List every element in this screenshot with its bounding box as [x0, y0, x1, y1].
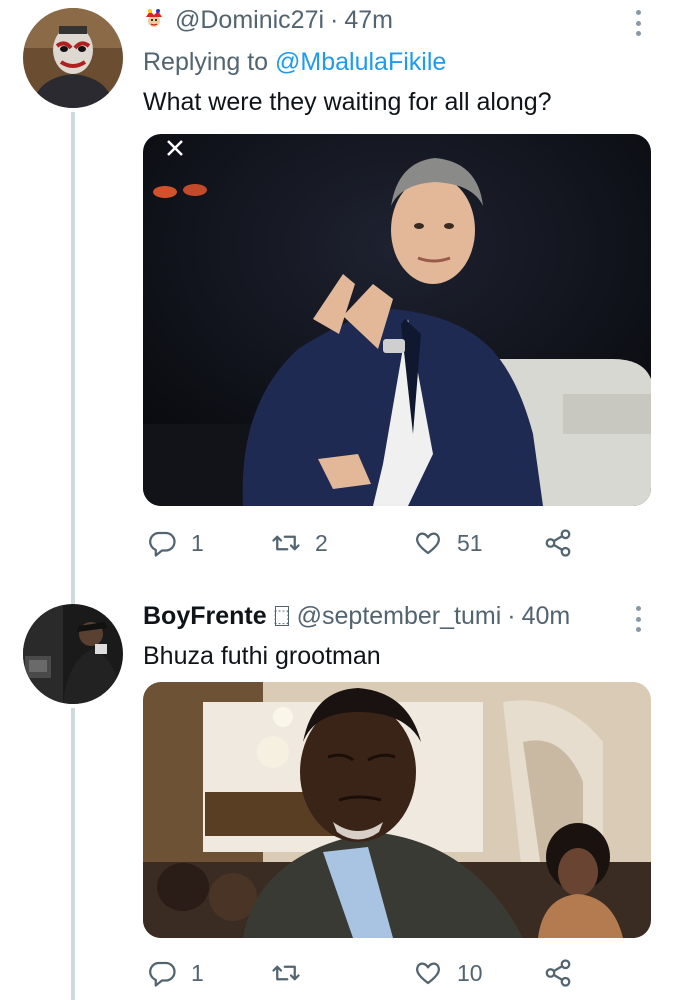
reply-button[interactable]: 1 — [147, 526, 271, 560]
joker-emoji-icon — [143, 9, 165, 31]
reply-icon — [149, 531, 176, 557]
author-handle[interactable]: @september_tumi — [297, 602, 502, 631]
timestamp[interactable]: 47m — [344, 6, 393, 35]
retweet-count: 2 — [315, 529, 328, 556]
tweet[interactable]: BoyFrente ⬚ @september_tumi · 40m Bhuza … — [143, 596, 674, 987]
like-icon — [415, 962, 441, 985]
tweet-image[interactable] — [143, 134, 651, 506]
author-badge: ⬚ — [273, 605, 291, 626]
separator-dot: · — [330, 5, 339, 34]
avatar[interactable] — [23, 8, 123, 108]
thread-line — [71, 708, 75, 1000]
share-icon — [545, 529, 571, 557]
more-icon[interactable] — [636, 10, 642, 36]
tweet-header: @Dominic27i · 47m — [143, 0, 674, 40]
tweet-text: What were they waiting for all along? — [143, 88, 552, 116]
tweet[interactable]: @Dominic27i · 47m Replying to @MbalulaFi… — [143, 0, 674, 557]
retweet-button[interactable] — [271, 956, 413, 990]
author-handle[interactable]: @Dominic27i — [175, 6, 324, 35]
replying-prefix: Replying to — [143, 48, 269, 76]
retweet-icon — [272, 965, 300, 981]
retweet-button[interactable]: 2 — [271, 526, 413, 560]
share-icon — [545, 959, 571, 987]
author-name[interactable]: BoyFrente — [143, 602, 267, 631]
tweet-text: Bhuza futhi grootman — [143, 642, 381, 670]
close-icon[interactable] — [163, 136, 187, 160]
reply-icon — [149, 961, 176, 987]
timestamp[interactable]: 40m — [522, 602, 571, 631]
mention-link[interactable]: @MbalulaFikile — [275, 48, 446, 76]
tweet-header: BoyFrente ⬚ @september_tumi · 40m — [143, 596, 674, 636]
more-icon[interactable] — [636, 606, 642, 632]
tweet-image[interactable] — [143, 682, 651, 938]
like-count: 51 — [457, 529, 483, 556]
like-button[interactable]: 10 — [413, 956, 543, 990]
reply-button[interactable]: 1 — [147, 956, 271, 990]
reply-count: 1 — [191, 959, 204, 986]
tweet-actions: 1 2 51 — [147, 526, 573, 560]
tweet-actions: 1 10 — [147, 956, 573, 990]
share-button[interactable] — [543, 956, 573, 990]
reply-count: 1 — [191, 529, 204, 556]
avatar[interactable] — [23, 604, 123, 704]
thread-line — [71, 112, 75, 604]
like-button[interactable]: 51 — [413, 526, 543, 560]
share-button[interactable] — [543, 526, 573, 560]
like-icon — [415, 532, 441, 555]
retweet-icon — [272, 535, 300, 551]
like-count: 10 — [457, 959, 483, 986]
replying-to: Replying to @MbalulaFikile — [143, 42, 674, 82]
separator-dot: · — [507, 601, 516, 630]
